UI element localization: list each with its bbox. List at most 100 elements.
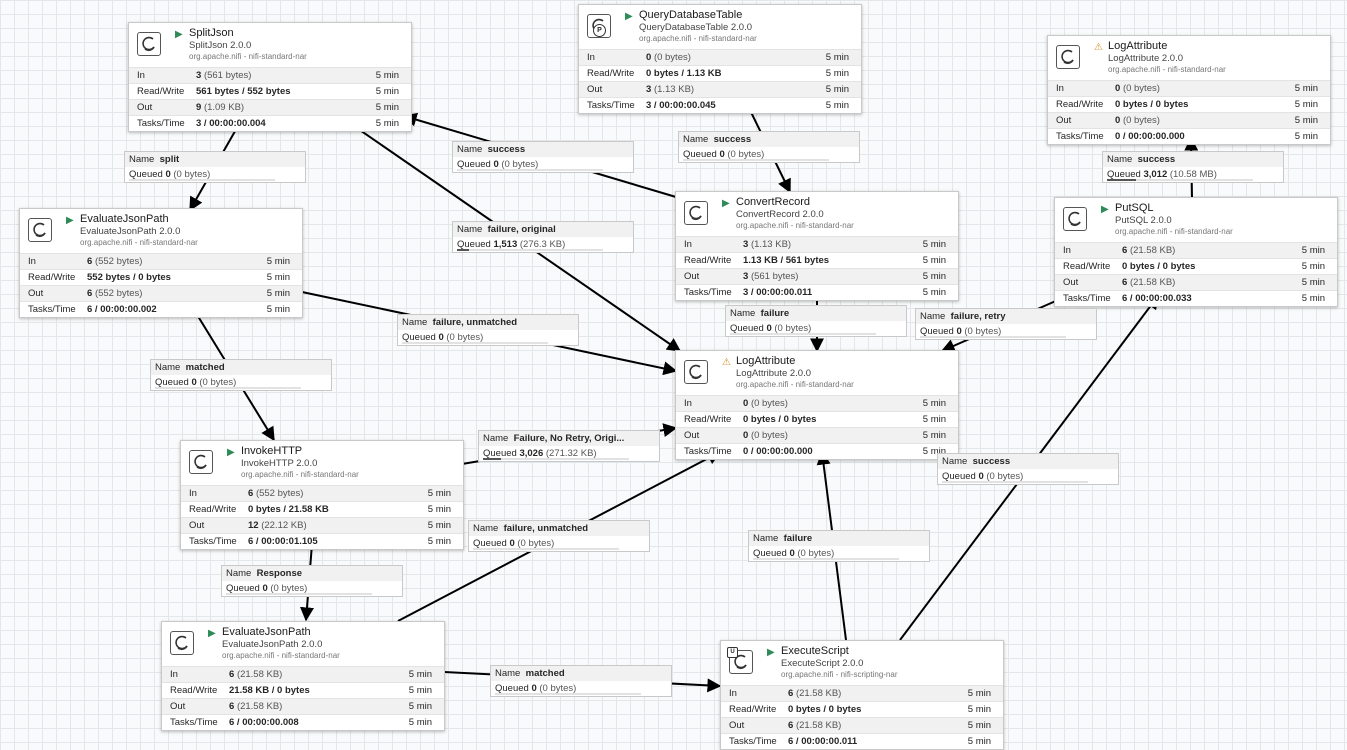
connection-putsql-success[interactable]: Name success Queued 3,012 (10.58 MB): [1102, 151, 1284, 183]
stat-value: 6 (21.58 KB): [1122, 277, 1176, 288]
connection-name-row: Name matched: [151, 360, 331, 375]
stat-label: Tasks/Time: [729, 736, 777, 747]
processor-icon: [189, 450, 213, 474]
stat-value: 6 / 00:00:00.008: [229, 717, 299, 728]
stat-value: 12 (22.12 KB): [248, 520, 307, 531]
stat-row-rw: Read/Write 561 bytes / 552 bytes 5 min: [129, 83, 411, 99]
connection-name: failure, unmatched: [503, 523, 589, 534]
processor-type: LogAttribute 2.0.0: [1108, 53, 1183, 64]
connection-name-row: Name failure, retry: [916, 309, 1096, 324]
connection-matched-2[interactable]: Name matched Queued 0 (0 bytes): [490, 665, 672, 697]
connection-name-label: Name: [155, 362, 181, 373]
warning-icon: ⚠: [722, 357, 731, 368]
processor-putsql[interactable]: ▶ PutSQL PutSQL 2.0.0 org.apache.nifi - nif…: [1054, 197, 1338, 307]
connection-name-row: Name split: [125, 152, 305, 167]
connection-queue-row: Queued 0 (0 bytes): [453, 157, 633, 172]
stat-value: 552 bytes / 0 bytes: [87, 272, 171, 283]
stat-window: 5 min: [427, 504, 451, 515]
processor-bundle: org.apache.nifi - nifi-standard-nar: [639, 34, 757, 43]
stat-label: Tasks/Time: [587, 100, 635, 111]
stat-sub: (21.58 KB): [795, 688, 842, 699]
stat-sub: (561 bytes): [203, 70, 252, 81]
processor-name: QueryDatabaseTable: [639, 9, 743, 21]
connection-convert-failure[interactable]: Name failure Queued 0 (0 bytes): [725, 305, 907, 337]
connection-split[interactable]: Name split Queued 0 (0 bytes): [124, 151, 306, 183]
connection-name-label: Name: [129, 154, 155, 165]
processor-evaluatejsonpath-2[interactable]: ▶ EvaluateJsonPath EvaluateJsonPath 2.0.0 o…: [161, 621, 445, 731]
stat-row-in: In 6 (21.58 KB) 5 min: [162, 666, 444, 682]
processor-logattribute-top[interactable]: ⚠ LogAttribute LogAttribute 2.0.0 org.apach…: [1047, 35, 1331, 145]
warning-icon: ⚠: [1094, 42, 1103, 53]
play-icon: ▶: [66, 215, 74, 226]
stat-window: 5 min: [967, 688, 991, 699]
stat-label: Out: [1056, 115, 1072, 126]
connection-matched-1[interactable]: Name matched Queued 0 (0 bytes): [150, 359, 332, 391]
queue-fill: [483, 458, 501, 460]
processor-header: ▶ PutSQL PutSQL 2.0.0 org.apache.nifi - nif…: [1055, 198, 1337, 242]
stat-window: 5 min: [375, 118, 399, 129]
processor-logattribute-mid[interactable]: ⚠ LogAttribute LogAttribute 2.0.0 org.apach…: [675, 350, 959, 460]
stat-row-rw: Read/Write 1.13 KB / 561 bytes 5 min: [676, 252, 958, 268]
connection-failure-original[interactable]: Name failure, original Queued 1,513 (276.…: [452, 221, 634, 253]
connection-failure-unmatched-2[interactable]: Name failure, unmatched Queued 0 (0 bytes…: [468, 520, 650, 552]
stat-row-rw: Read/Write 552 bytes / 0 bytes 5 min: [20, 269, 302, 285]
connection-executescript-success[interactable]: Name success Queued 0 (0 bytes): [937, 453, 1119, 485]
processor-type: EvaluateJsonPath 2.0.0: [222, 639, 323, 650]
connection-name-row: Name failure, unmatched: [469, 521, 649, 536]
stat-row-rw: Read/Write 0 bytes / 0 bytes 5 min: [1048, 96, 1330, 112]
stat-label: Out: [137, 102, 153, 113]
processor-querydatabasetable[interactable]: P ▶ QueryDatabaseTable QueryDatabaseTable 2…: [578, 4, 862, 114]
connection-failure-retry[interactable]: Name failure, retry Queued 0 (0 bytes): [915, 308, 1097, 340]
queue-fill-bar: [495, 693, 641, 695]
stat-row-tasks: Tasks/Time 0 / 00:00:00.000 5 min: [1048, 128, 1330, 144]
stat-label: Tasks/Time: [28, 304, 76, 315]
stat-value: 0 bytes / 0 bytes: [1115, 99, 1189, 110]
processor-header: ⚠ LogAttribute LogAttribute 2.0.0 org.apach…: [1048, 36, 1330, 80]
processor-header: ▶ InvokeHTTP InvokeHTTP 2.0.0 org.apache.ni…: [181, 441, 463, 485]
stat-label: Out: [684, 430, 700, 441]
stat-label: Read/Write: [729, 704, 777, 715]
connection-name: success: [487, 144, 526, 155]
stat-label: Tasks/Time: [170, 717, 218, 728]
connection-name: split: [159, 154, 180, 165]
stat-row-out: Out 0 (0 bytes) 5 min: [676, 427, 958, 443]
connection-response[interactable]: Name Response Queued 0 (0 bytes): [221, 565, 403, 597]
connection-failure-unmatched-1[interactable]: Name failure, unmatched Queued 0 (0 bytes…: [397, 314, 579, 346]
connection-queue-row: Queued 0 (0 bytes): [491, 681, 671, 696]
processor-bundle: org.apache.nifi - nifi-scripting-nar: [781, 670, 898, 679]
processor-header: ▶ EvaluateJsonPath EvaluateJsonPath 2.0.0 o…: [162, 622, 444, 666]
stat-row-rw: Read/Write 0 bytes / 0 bytes 5 min: [721, 701, 1003, 717]
stat-value: 3 (1.13 KB): [646, 84, 695, 95]
connection-convert-success[interactable]: Name success Queued 0 (0 bytes): [452, 141, 634, 173]
stat-value: 6 / 00:00:00.033: [1122, 293, 1192, 304]
connection-executescript-failure[interactable]: Name failure Queued 0 (0 bytes): [748, 530, 930, 562]
stat-label: Out: [729, 720, 745, 731]
connection-queue-row: Queued 3,012 (10.58 MB): [1103, 167, 1283, 182]
stat-label: In: [729, 688, 737, 699]
stat-window: 5 min: [1294, 131, 1318, 142]
stat-row-out: Out 6 (552 bytes) 5 min: [20, 285, 302, 301]
processor-evaluatejsonpath-1[interactable]: ▶ EvaluateJsonPath EvaluateJsonPath 2.0.0 o…: [19, 208, 303, 318]
connection-name: success: [713, 134, 752, 145]
stat-window: 5 min: [1294, 83, 1318, 94]
stat-label: Out: [170, 701, 186, 712]
processor-convertrecord[interactable]: ▶ ConvertRecord ConvertRecord 2.0.0 org.apa…: [675, 191, 959, 301]
play-icon: ▶: [722, 198, 730, 209]
connection-queue-row: Queued 3,026 (271.32 KB): [479, 446, 659, 461]
stat-value: 0 / 00:00:00.000: [743, 446, 813, 457]
processor-splitjson[interactable]: ▶ SplitJson SplitJson 2.0.0 org.apache.nifi…: [128, 22, 412, 132]
processor-header: ▶ ConvertRecord ConvertRecord 2.0.0 org.apa…: [676, 192, 958, 236]
connection-queue-row: Queued 0 (0 bytes): [222, 581, 402, 596]
stat-window: 5 min: [967, 736, 991, 747]
stat-row-in: In 3 (561 bytes) 5 min: [129, 67, 411, 83]
processor-invokehttp[interactable]: ▶ InvokeHTTP InvokeHTTP 2.0.0 org.apache.ni…: [180, 440, 464, 550]
connection-failure-noretry[interactable]: Name Failure, No Retry, Origi... Queued 3…: [478, 430, 660, 462]
stat-row-tasks: Tasks/Time 6 / 00:00:00.008 5 min: [162, 714, 444, 730]
connection-name-row: Name success: [679, 132, 859, 147]
stat-label: In: [137, 70, 145, 81]
stat-row-in: In 6 (21.58 KB) 5 min: [1055, 242, 1337, 258]
stat-window: 5 min: [1301, 245, 1325, 256]
connection-qdt-success[interactable]: Name success Queued 0 (0 bytes): [678, 131, 860, 163]
processor-executescript[interactable]: U ▶ ExecuteScript ExecuteScript 2.0.0 org.ap…: [720, 640, 1004, 750]
stat-window: 5 min: [922, 287, 946, 298]
